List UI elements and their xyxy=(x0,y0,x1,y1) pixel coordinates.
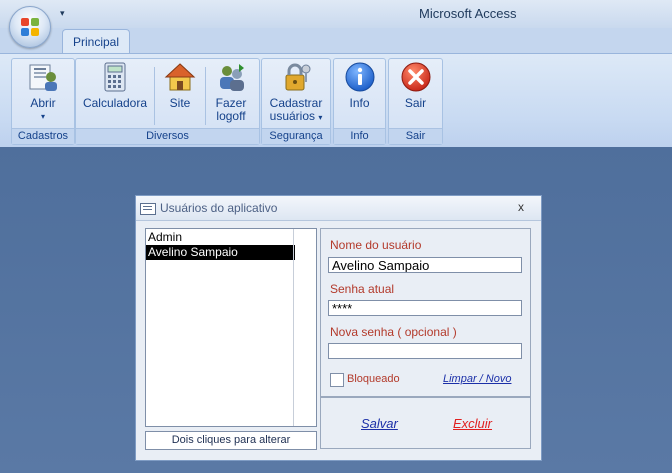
current-password-field[interactable]: **** xyxy=(328,300,522,316)
save-link[interactable]: Salvar xyxy=(361,416,398,431)
username-field[interactable]: Avelino Sampaio xyxy=(328,257,522,273)
double-click-hint: Dois cliques para alterar xyxy=(145,431,317,450)
new-password-field[interactable] xyxy=(328,343,522,359)
actions-panel xyxy=(320,397,531,449)
quick-access-dropdown-icon[interactable]: ▾ xyxy=(60,8,65,19)
sair-label: Sair xyxy=(404,96,427,110)
security-keys-icon xyxy=(280,61,312,93)
blocked-label: Bloqueado xyxy=(347,373,400,385)
username-label: Nome do usuário xyxy=(330,238,422,252)
cadastrar-usuarios-button[interactable]: Cadastrar usuários ▾ xyxy=(265,61,327,127)
site-label: Site xyxy=(169,96,191,110)
abrir-button[interactable]: Abrir ▾ xyxy=(16,61,70,127)
close-icon xyxy=(400,61,432,93)
separator xyxy=(205,67,206,125)
list-scrollbar[interactable] xyxy=(295,229,315,426)
group-sair: Sair Sair xyxy=(388,58,443,145)
calculadora-button[interactable]: Calculadora xyxy=(79,61,151,127)
dialog-title-bar[interactable]: Usuários do aplicativo x xyxy=(136,196,541,221)
sair-button[interactable]: Sair xyxy=(393,61,438,127)
group-label-sair: Sair xyxy=(389,128,442,144)
users-list[interactable]: Admin Avelino Sampaio xyxy=(145,228,317,427)
separator xyxy=(154,67,155,125)
tab-principal[interactable]: Principal xyxy=(62,29,130,55)
abrir-label: Abrir xyxy=(30,96,56,110)
office-logo-icon xyxy=(21,18,39,36)
info-label: Info xyxy=(349,96,370,110)
usuarios-label: usuários xyxy=(269,109,315,123)
group-seguranca: Cadastrar usuários ▾ Segurança xyxy=(261,58,331,145)
clear-new-link[interactable]: Limpar / Novo xyxy=(443,373,511,385)
cadastrar-dropdown-icon: ▾ xyxy=(318,113,323,122)
group-label-cadastros: Cadastros xyxy=(12,128,74,144)
delete-link[interactable]: Excluir xyxy=(453,416,492,431)
info-button[interactable]: Info xyxy=(337,61,382,127)
title-bar: ▾ Microsoft Access xyxy=(0,0,672,28)
info-icon xyxy=(344,61,376,93)
ribbon: Abrir ▾ Cadastros Calculadora Site Fazer… xyxy=(0,53,672,148)
open-records-icon xyxy=(27,61,59,93)
group-label-seguranca: Segurança xyxy=(262,128,330,144)
site-button[interactable]: Site xyxy=(158,61,202,127)
app-title: Microsoft Access xyxy=(419,6,517,21)
calculator-icon xyxy=(99,61,131,93)
usuarios-label-row: usuários ▾ xyxy=(265,110,327,124)
new-password-label: Nova senha ( opcional ) xyxy=(330,325,457,339)
group-label-diversos: Diversos xyxy=(76,128,259,144)
current-password-label: Senha atual xyxy=(330,282,395,296)
list-divider xyxy=(293,229,294,426)
group-info: Info Info xyxy=(333,58,386,145)
abrir-dropdown-icon: ▾ xyxy=(40,112,45,121)
group-cadastros: Abrir ▾ Cadastros xyxy=(11,58,75,145)
dialog-title: Usuários do aplicativo xyxy=(160,201,278,215)
list-item[interactable]: Admin xyxy=(146,230,295,245)
blocked-checkbox[interactable] xyxy=(330,373,344,387)
calculadora-label: Calculadora xyxy=(82,96,148,110)
form-icon xyxy=(140,203,156,215)
group-label-info: Info xyxy=(334,128,385,144)
home-icon xyxy=(164,61,196,93)
dialog-close-button[interactable]: x xyxy=(518,200,524,214)
fazer-logoff-button[interactable]: Fazer logoff xyxy=(208,61,254,127)
group-diversos: Calculadora Site Fazer logoff Diversos xyxy=(75,58,260,145)
list-item-selected[interactable]: Avelino Sampaio xyxy=(146,245,295,260)
logoff-label: logoff xyxy=(216,109,246,123)
office-button[interactable] xyxy=(9,6,51,48)
switch-user-icon xyxy=(215,61,247,93)
